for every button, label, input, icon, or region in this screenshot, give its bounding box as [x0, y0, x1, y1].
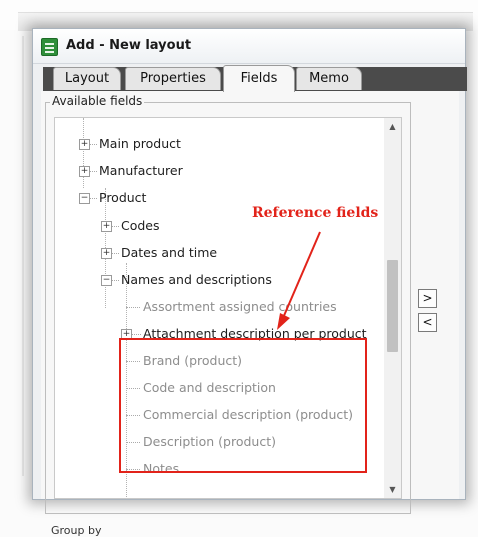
tree-dash: [90, 171, 97, 172]
tree-node-label: Attachment description per product: [143, 326, 367, 341]
tree-node-label: Assortment assigned countries: [143, 299, 337, 314]
add-layout-dialog: Add - New layout Layout Properties Field…: [32, 28, 467, 537]
expand-icon[interactable]: +: [79, 139, 90, 150]
tab-properties[interactable]: Properties: [125, 67, 221, 90]
tree-node-label: Codes: [121, 218, 160, 233]
tree-dash: [132, 334, 141, 335]
expand-icon[interactable]: +: [121, 329, 132, 340]
tree-dash: [112, 226, 119, 227]
tree-node-label: Manufacturer: [99, 163, 183, 178]
collapse-icon[interactable]: −: [101, 275, 112, 286]
tree-node-label: Description (product): [143, 434, 276, 449]
tree-dash: [126, 361, 140, 362]
scroll-down-icon[interactable]: ▼: [384, 481, 401, 498]
tree-node-label: Notes: [143, 461, 180, 476]
expand-icon[interactable]: +: [79, 166, 90, 177]
tree-connector-line: [83, 118, 84, 188]
background-divider: [22, 36, 24, 476]
tree-node-label: Product: [99, 190, 147, 205]
scrollbar-thumb[interactable]: [387, 260, 398, 352]
tab-fields[interactable]: Fields: [223, 65, 295, 92]
reference-fields-callout: Reference fields: [252, 205, 379, 221]
layout-app-icon: [41, 38, 58, 56]
tab-memo[interactable]: Memo: [296, 67, 362, 90]
group-by-label: Group by: [51, 524, 102, 537]
scroll-up-icon[interactable]: ▲: [384, 118, 401, 135]
available-fields-tree[interactable]: + Main product + Manufacturer − Product …: [54, 117, 402, 499]
available-fields-legend: Available fields: [50, 94, 145, 108]
remove-field-button[interactable]: <: [418, 313, 437, 332]
expand-icon[interactable]: +: [101, 221, 112, 232]
fields-tab-content: Available fields + Main product + Manufa…: [41, 91, 459, 537]
title-bar: Add - New layout: [33, 29, 465, 64]
tree-dash: [112, 253, 119, 254]
tree-dash: [126, 442, 140, 443]
tree-node-label: Brand (product): [143, 353, 243, 368]
expand-icon[interactable]: +: [101, 248, 112, 259]
tree-dash: [126, 388, 140, 389]
tree-dash: [126, 469, 140, 470]
tree-dash: [90, 144, 97, 145]
tree-scrollbar[interactable]: ▲ ▼: [384, 118, 401, 498]
tab-layout[interactable]: Layout: [53, 67, 121, 90]
collapse-icon[interactable]: −: [79, 193, 90, 204]
tree-dash: [112, 280, 119, 281]
tree-connector-line: [126, 263, 127, 498]
available-fields-group: Available fields + Main product + Manufa…: [45, 94, 411, 514]
tree-node-label: Commercial description (product): [143, 407, 354, 422]
dialog-title: Add - New layout: [66, 38, 192, 53]
tree-dash: [126, 307, 140, 308]
tree-dash: [126, 415, 140, 416]
add-field-button[interactable]: >: [418, 289, 437, 308]
tab-strip: Layout Properties Fields Memo: [43, 65, 467, 92]
tree-node-label: Main product: [99, 136, 181, 151]
tree-node-label: Dates and time: [121, 245, 218, 260]
tree-dash: [90, 198, 97, 199]
tree-node-label: Code and description: [143, 380, 276, 395]
tree-node-label: Names and descriptions: [121, 272, 272, 287]
